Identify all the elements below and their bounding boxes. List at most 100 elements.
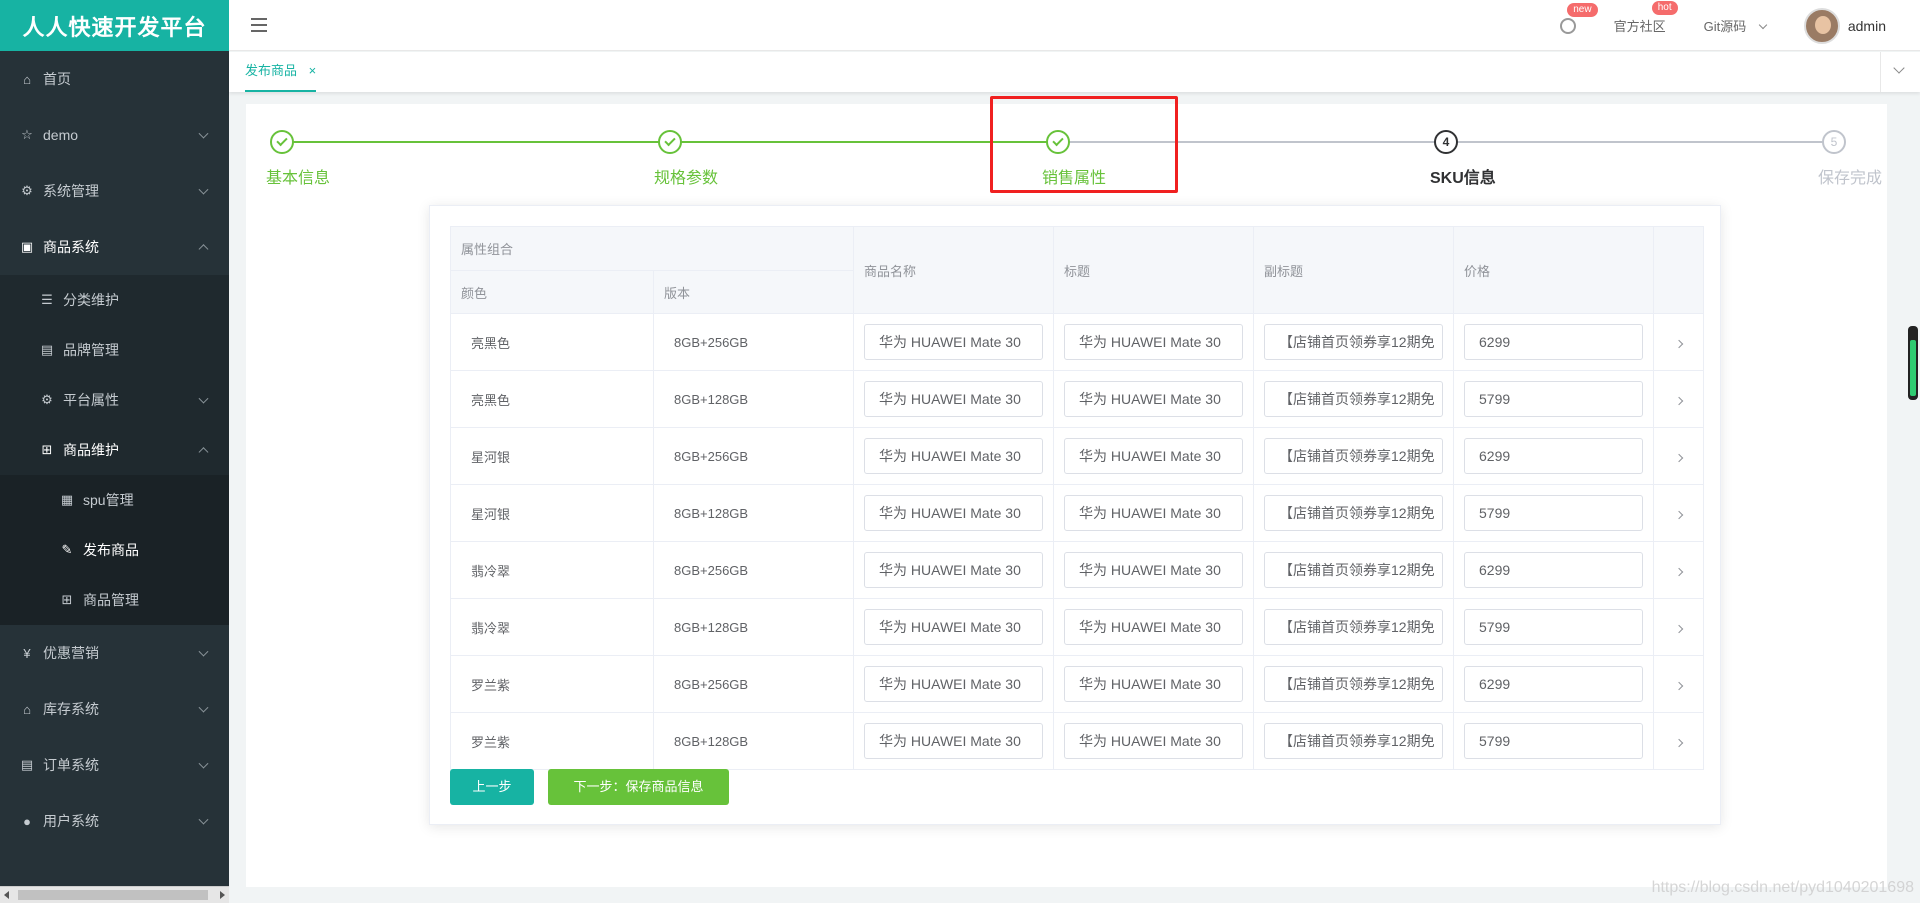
settings-button[interactable]: new [1559, 2, 1598, 34]
cell-name-input[interactable]: 华为 HUAWEI Mate 30 [864, 324, 1044, 360]
cell-version: 8GB+256GB [652, 313, 855, 371]
community-link[interactable]: 官方社区 hot [1614, 1, 1678, 35]
chevron-right-icon[interactable] [1674, 738, 1684, 747]
sidebar-item-product-manage[interactable]: ⊞ 商品管理 [0, 575, 229, 625]
cell-subtitle-input[interactable]: 【店铺首页领券享12期免 [1264, 438, 1444, 474]
cell-title-input[interactable]: 华为 HUAWEI Mate 30 [1064, 666, 1244, 702]
vertical-scrollbar[interactable] [1908, 326, 1918, 400]
cell-version: 8GB+128GB [652, 598, 855, 656]
cell-expand[interactable] [1653, 313, 1705, 371]
sidebar-item-demo[interactable]: ☆ demo [0, 107, 229, 163]
cell-name-input[interactable]: 华为 HUAWEI Mate 30 [864, 495, 1044, 531]
sidebar-item-category[interactable]: ☰ 分类维护 [0, 275, 229, 325]
cell-subtitle-input[interactable]: 【店铺首页领券享12期免 [1264, 666, 1444, 702]
chevron-right-icon[interactable] [1674, 453, 1684, 462]
tab-options-dropdown[interactable] [1880, 52, 1920, 92]
cell-name-input[interactable]: 华为 HUAWEI Mate 30 [864, 438, 1044, 474]
cell-title: 华为 HUAWEI Mate 30 [1053, 598, 1255, 656]
home-icon: ⌂ [23, 71, 31, 87]
sidebar-item-product-maint[interactable]: ⊞ 商品维护 [0, 425, 229, 475]
prev-step-button[interactable]: 上一步 [450, 769, 534, 805]
scrollbar-thumb[interactable] [18, 890, 208, 900]
git-source-dropdown[interactable]: Git源码 [1704, 16, 1768, 35]
chevron-right-icon[interactable] [1674, 624, 1684, 633]
chevron-right-icon[interactable] [1674, 681, 1684, 690]
sidebar-item-home[interactable]: ⌂ 首页 [0, 51, 229, 107]
cell-subtitle: 【店铺首页领券享12期免 [1253, 598, 1455, 656]
cell-title-input[interactable]: 华为 HUAWEI Mate 30 [1064, 609, 1244, 645]
cell-price-input[interactable]: 5799 [1464, 495, 1644, 531]
step-connector [1446, 141, 1834, 143]
chevron-right-icon[interactable] [1674, 567, 1684, 576]
edit-icon: ✎ [61, 542, 73, 557]
cell-expand[interactable] [1653, 370, 1705, 428]
cell-subtitle-input[interactable]: 【店铺首页领券享12期免 [1264, 609, 1444, 645]
cell-name-input[interactable]: 华为 HUAWEI Mate 30 [864, 723, 1044, 759]
sidebar-item-brand[interactable]: ▤ 品牌管理 [0, 325, 229, 375]
cell-price-input[interactable]: 5799 [1464, 381, 1644, 417]
cell-price-input[interactable]: 6299 [1464, 552, 1644, 588]
cell-subtitle-input[interactable]: 【店铺首页领券享12期免 [1264, 552, 1444, 588]
cell-title-input[interactable]: 华为 HUAWEI Mate 30 [1064, 552, 1244, 588]
cell-expand[interactable] [1653, 598, 1705, 656]
sidebar-item-label: 商品管理 [83, 592, 139, 608]
cell-name: 华为 HUAWEI Mate 30 [853, 313, 1055, 371]
cell-title: 华为 HUAWEI Mate 30 [1053, 427, 1255, 485]
cell-expand[interactable] [1653, 484, 1705, 542]
cell-name-input[interactable]: 华为 HUAWEI Mate 30 [864, 381, 1044, 417]
cell-title-input[interactable]: 华为 HUAWEI Mate 30 [1064, 495, 1244, 531]
sidebar-item-publish[interactable]: ✎ 发布商品 [0, 525, 229, 575]
chevron-right-icon[interactable] [1674, 339, 1684, 348]
next-step-button[interactable]: 下一步：保存商品信息 [548, 769, 729, 805]
menu-toggle-icon[interactable] [251, 18, 267, 32]
cell-price: 5799 [1453, 712, 1655, 770]
cell-subtitle-input[interactable]: 【店铺首页领券享12期免 [1264, 381, 1444, 417]
sidebar-item-system[interactable]: ⚙ 系统管理 [0, 163, 229, 219]
cell-title-input[interactable]: 华为 HUAWEI Mate 30 [1064, 381, 1244, 417]
sidebar-item-platform-attr[interactable]: ⚙ 平台属性 [0, 375, 229, 425]
sidebar-item-coupon[interactable]: ¥ 优惠营销 [0, 625, 229, 681]
scroll-left-icon[interactable] [4, 891, 9, 899]
sidebar-item-user[interactable]: ● 用户系统 [0, 793, 229, 849]
chevron-right-icon[interactable] [1674, 510, 1684, 519]
cell-name-input[interactable]: 华为 HUAWEI Mate 30 [864, 666, 1044, 702]
sidebar-horizontal-scrollbar[interactable] [0, 886, 229, 903]
user-menu[interactable]: admin [1803, 7, 1886, 44]
chevron-right-icon[interactable] [1674, 396, 1684, 405]
cell-price-input[interactable]: 5799 [1464, 723, 1644, 759]
tab-publish-product[interactable]: 发布商品 × [245, 52, 317, 92]
cell-expand[interactable] [1653, 655, 1705, 713]
brand-logo[interactable]: 人人快速开发平台 [0, 0, 229, 51]
gear-icon [1559, 17, 1576, 34]
cell-subtitle-input[interactable]: 【店铺首页领券享12期免 [1264, 723, 1444, 759]
cell-title: 华为 HUAWEI Mate 30 [1053, 541, 1255, 599]
sidebar-item-spu[interactable]: ▦ spu管理 [0, 475, 229, 525]
cell-subtitle-input[interactable]: 【店铺首页领券享12期免 [1264, 324, 1444, 360]
cell-price-input[interactable]: 6299 [1464, 324, 1644, 360]
sidebar-item-inventory[interactable]: ⌂ 库存系统 [0, 681, 229, 737]
username: admin [1847, 17, 1886, 34]
scroll-right-icon[interactable] [220, 891, 225, 899]
chevron-down-icon [1758, 20, 1768, 30]
cell-version: 8GB+256GB [652, 541, 855, 599]
cell-title-input[interactable]: 华为 HUAWEI Mate 30 [1064, 438, 1244, 474]
cell-title-input[interactable]: 华为 HUAWEI Mate 30 [1064, 723, 1244, 759]
chevron-down-icon [198, 758, 209, 769]
close-icon[interactable]: × [309, 63, 317, 78]
sidebar-item-label: 发布商品 [83, 542, 139, 558]
sidebar-item-product-system[interactable]: ▣ 商品系统 [0, 219, 229, 275]
scrollbar-thumb[interactable] [1910, 340, 1916, 396]
sidebar-item-label: 分类维护 [63, 292, 119, 308]
cell-expand[interactable] [1653, 541, 1705, 599]
cell-color: 亮黑色 [450, 313, 654, 371]
cell-name-input[interactable]: 华为 HUAWEI Mate 30 [864, 552, 1044, 588]
sidebar-item-order[interactable]: ▤ 订单系统 [0, 737, 229, 793]
cell-subtitle-input[interactable]: 【店铺首页领券享12期免 [1264, 495, 1444, 531]
cell-expand[interactable] [1653, 427, 1705, 485]
cell-title-input[interactable]: 华为 HUAWEI Mate 30 [1064, 324, 1244, 360]
cell-price-input[interactable]: 6299 [1464, 666, 1644, 702]
cell-name-input[interactable]: 华为 HUAWEI Mate 30 [864, 609, 1044, 645]
cell-expand[interactable] [1653, 712, 1705, 770]
cell-price-input[interactable]: 6299 [1464, 438, 1644, 474]
cell-price-input[interactable]: 5799 [1464, 609, 1644, 645]
